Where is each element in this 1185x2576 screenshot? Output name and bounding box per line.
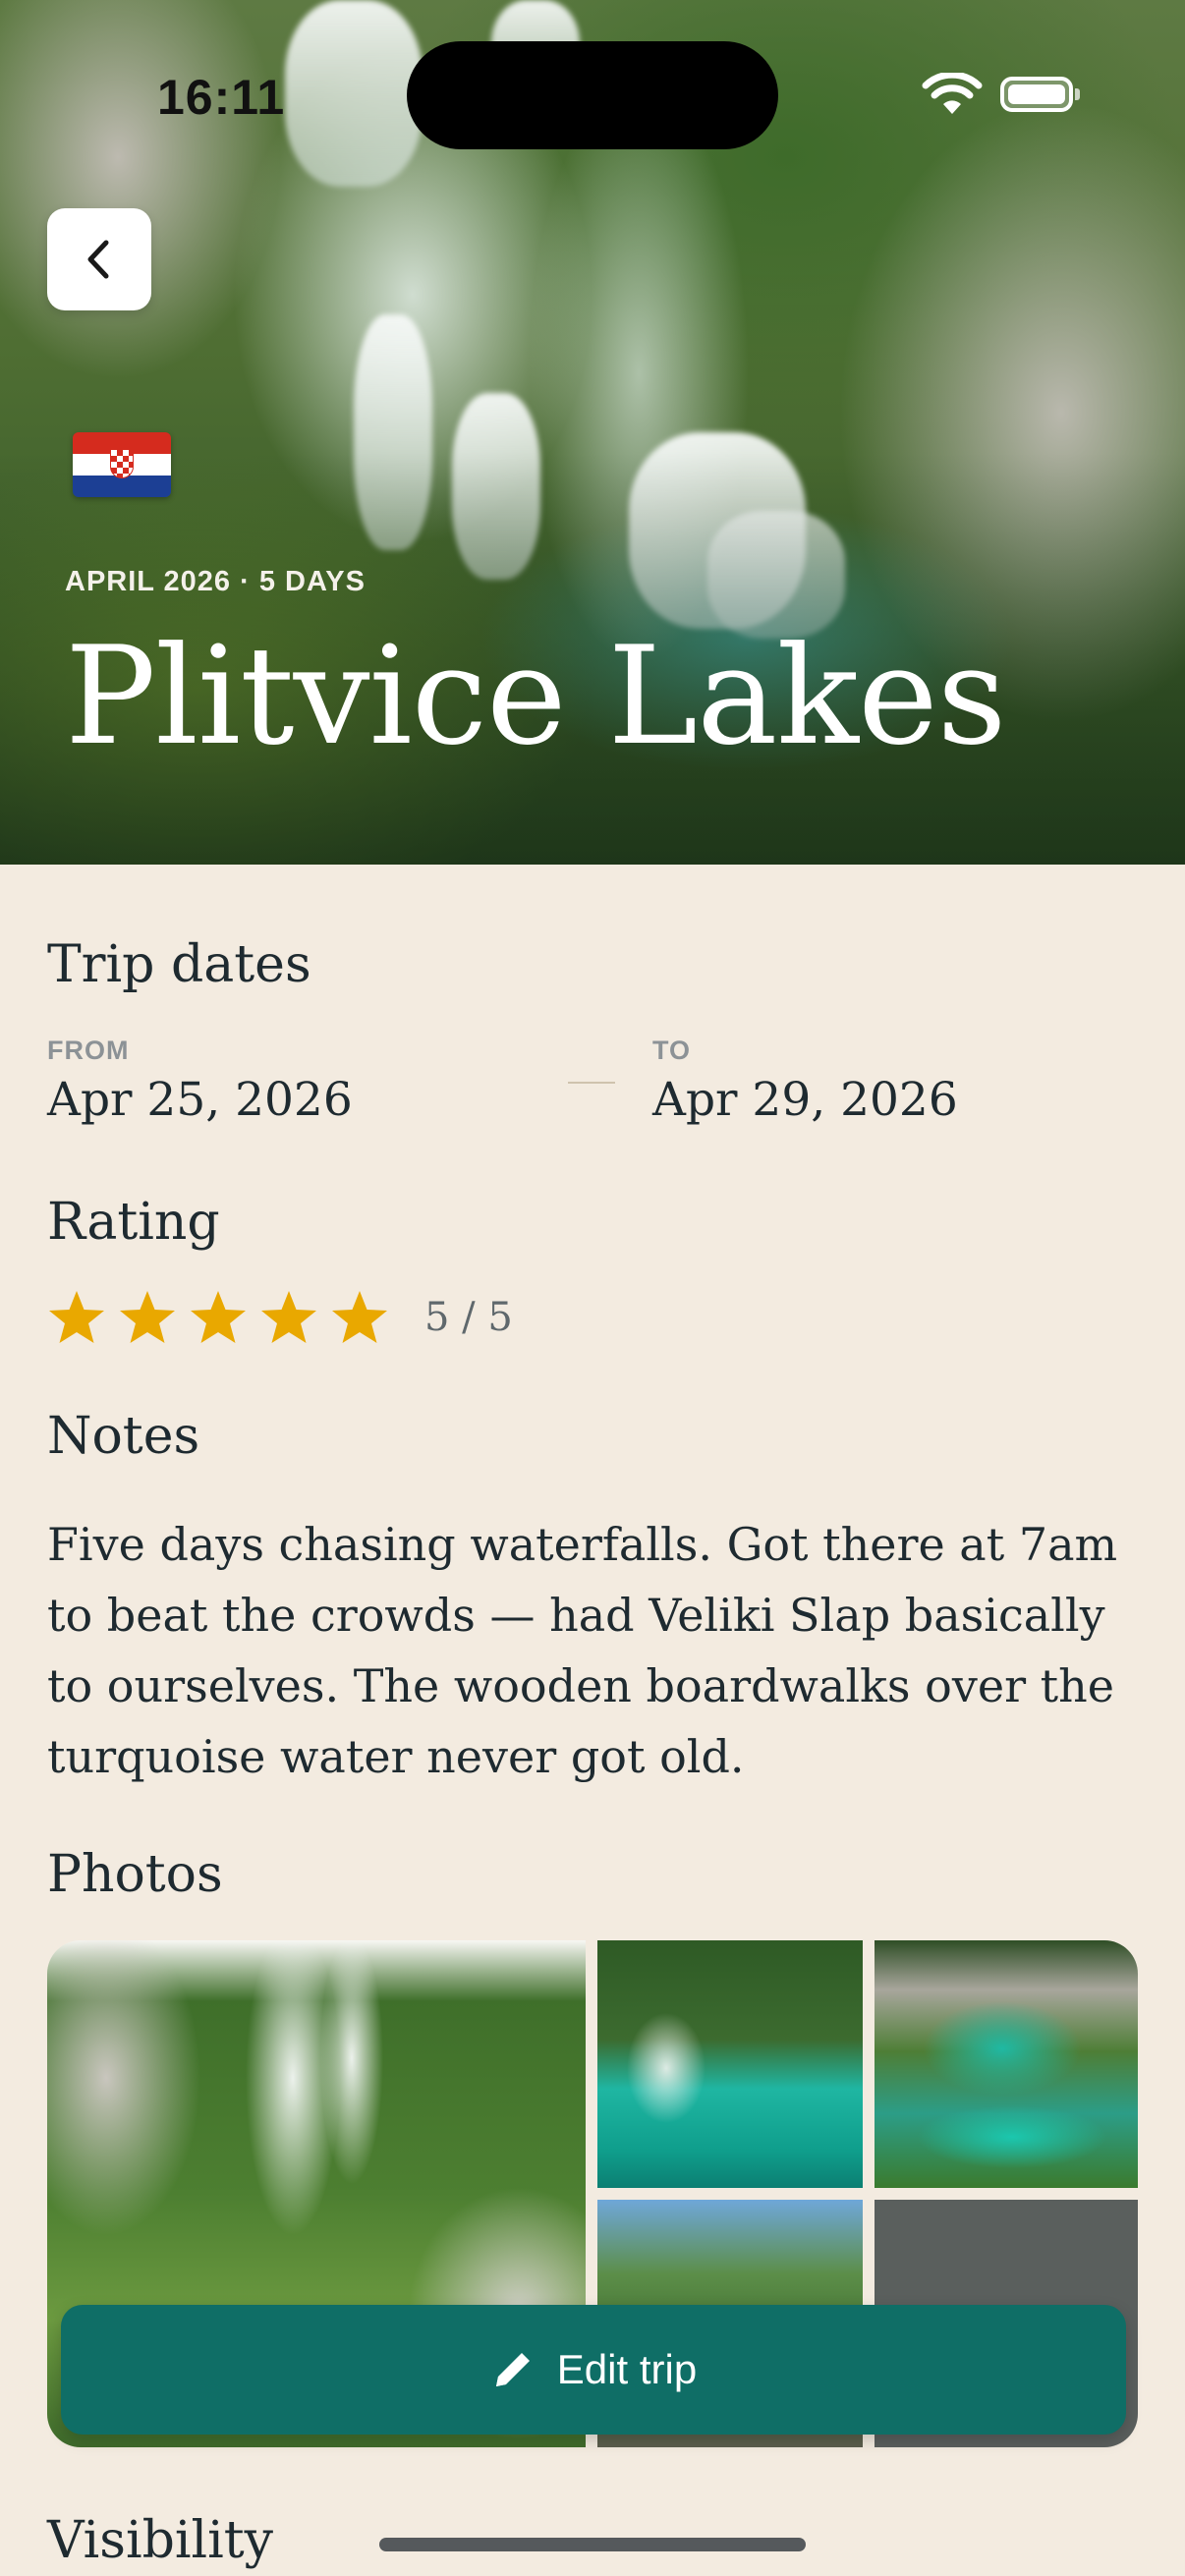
from-date: Apr 25, 2026 — [47, 1073, 353, 1127]
back-button[interactable] — [47, 208, 151, 310]
notes-text: Five days chasing waterfalls. Got there … — [47, 1518, 1118, 1783]
trip-dates-heading: Trip dates — [47, 935, 311, 994]
edit-trip-label: Edit trip — [556, 2346, 698, 2392]
to-label: TO — [652, 1036, 692, 1065]
waterfall — [285, 0, 423, 187]
star-icon — [191, 1291, 246, 1343]
pencil-icon — [495, 2353, 530, 2386]
notes-heading: Notes — [47, 1407, 200, 1466]
coat-of-arms — [110, 449, 134, 478]
croatia-flag-icon — [73, 432, 171, 497]
battery-icon — [1000, 77, 1073, 112]
rating-value: 5 / 5 — [424, 1295, 513, 1340]
star-rating — [47, 1289, 389, 1346]
trip-meta: APRIL 2026 · 5 DAYS — [65, 566, 366, 597]
wifi-icon — [922, 73, 983, 114]
from-label: FROM — [47, 1036, 130, 1065]
edit-trip-button[interactable]: Edit trip — [61, 2305, 1126, 2435]
dynamic-island — [407, 41, 778, 149]
visibility-heading: Visibility — [47, 2511, 274, 2570]
star-icon — [120, 1291, 175, 1343]
star-icon — [332, 1291, 387, 1343]
star-icon — [261, 1291, 316, 1343]
photo-thumbnail[interactable] — [875, 1940, 1138, 2188]
chevron-left-icon — [87, 240, 109, 279]
page-title: Plitvice Lakes — [65, 617, 1007, 775]
rating-heading: Rating — [47, 1193, 220, 1252]
photos-heading: Photos — [47, 1845, 223, 1904]
to-date: Apr 29, 2026 — [652, 1073, 958, 1127]
battery-cap — [1075, 88, 1080, 100]
star-icon — [49, 1291, 104, 1343]
date-divider — [568, 1082, 615, 1084]
home-indicator[interactable] — [379, 2538, 806, 2551]
status-time: 16:11 — [157, 70, 286, 125]
photo-thumbnail[interactable] — [597, 1940, 863, 2188]
